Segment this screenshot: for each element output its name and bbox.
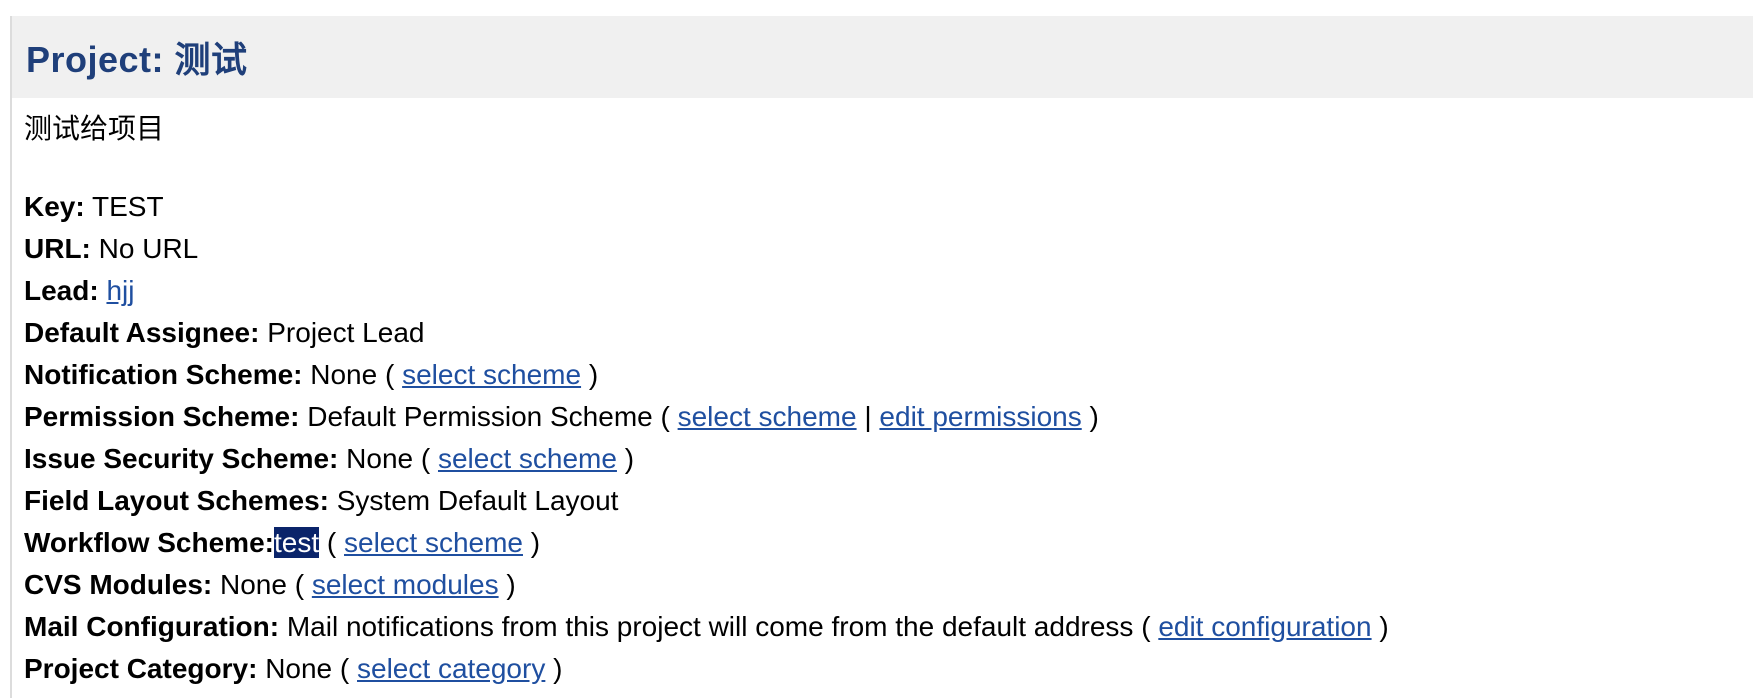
paren-close: ) xyxy=(1379,611,1389,642)
project-category-value: None xyxy=(265,653,333,684)
url-label: URL: xyxy=(24,233,91,264)
paren-open: ( xyxy=(1141,611,1151,642)
paren-close: ) xyxy=(1089,401,1099,432)
project-category-label: Project Category: xyxy=(24,653,258,684)
paren-open: ( xyxy=(326,527,337,558)
cvs-modules-value: None xyxy=(220,569,287,600)
paren-close: ) xyxy=(588,359,599,390)
lead-user-link[interactable]: hjj xyxy=(106,275,134,306)
permission-scheme-row: Permission Scheme: Default Permission Sc… xyxy=(24,396,1753,438)
notification-scheme-value: None xyxy=(310,359,378,390)
page-title: Project: 测试 xyxy=(26,39,248,80)
paren-close: ) xyxy=(506,569,516,600)
default-assignee-value: Project Lead xyxy=(267,317,425,348)
project-category-row: Project Category: None ( select category… xyxy=(24,648,1753,690)
project-header: Project: 测试 xyxy=(12,16,1753,98)
project-details: 测试给项目 Key: TEST URL: No URL Lead: hjj De… xyxy=(12,108,1753,690)
mail-configuration-row: Mail Configuration: Mail notifications f… xyxy=(24,606,1753,648)
notification-scheme-label: Notification Scheme: xyxy=(24,359,303,390)
notification-select-scheme-link[interactable]: select scheme xyxy=(402,359,581,390)
workflow-select-scheme-link[interactable]: select scheme xyxy=(344,527,523,558)
lead-row: Lead: hjj xyxy=(24,270,1753,312)
url-value: No URL xyxy=(98,233,199,264)
permission-select-scheme-link[interactable]: select scheme xyxy=(678,401,857,432)
workflow-scheme-value: test xyxy=(273,527,320,558)
field-layout-schemes-value: System Default Layout xyxy=(336,485,619,516)
permission-scheme-label: Permission Scheme: xyxy=(24,401,300,432)
key-label: Key: xyxy=(24,191,85,222)
mail-configuration-label: Mail Configuration: xyxy=(24,611,280,642)
paren-close: ) xyxy=(530,527,541,558)
paren-close: ) xyxy=(553,653,563,684)
permission-scheme-value: Default Permission Scheme xyxy=(307,401,653,432)
mail-configuration-value: Mail notifications from this project wil… xyxy=(286,611,1134,642)
issue-security-scheme-row: Issue Security Scheme: None ( select sch… xyxy=(24,438,1753,480)
project-panel: Project: 测试 测试给项目 Key: TEST URL: No URL … xyxy=(10,16,1753,698)
notification-scheme-row: Notification Scheme: None ( select schem… xyxy=(24,354,1753,396)
field-layout-schemes-label: Field Layout Schemes: xyxy=(24,485,329,516)
paren-open: ( xyxy=(339,653,350,684)
default-assignee-row: Default Assignee: Project Lead xyxy=(24,312,1753,354)
field-layout-schemes-row: Field Layout Schemes: System Default Lay… xyxy=(24,480,1753,522)
issue-security-scheme-label: Issue Security Scheme: xyxy=(24,443,339,474)
default-assignee-label: Default Assignee: xyxy=(24,317,260,348)
cvs-modules-row: CVS Modules: None ( select modules ) xyxy=(24,564,1753,606)
paren-open: ( xyxy=(384,359,395,390)
cvs-modules-label: CVS Modules: xyxy=(24,569,213,600)
edit-configuration-link[interactable]: edit configuration xyxy=(1158,611,1371,642)
paren-open: ( xyxy=(294,569,305,600)
lead-label: Lead: xyxy=(24,275,99,306)
workflow-scheme-row: Workflow Scheme:test ( select scheme ) xyxy=(24,522,1753,564)
issue-security-select-scheme-link[interactable]: select scheme xyxy=(438,443,617,474)
select-category-link[interactable]: select category xyxy=(357,653,545,684)
key-value: TEST xyxy=(91,191,164,222)
key-row: Key: TEST xyxy=(24,186,1753,228)
link-separator: | xyxy=(864,401,872,432)
workflow-scheme-label: Workflow Scheme: xyxy=(24,527,274,558)
paren-open: ( xyxy=(420,443,431,474)
edit-permissions-link[interactable]: edit permissions xyxy=(879,401,1081,432)
project-description: 测试给项目 xyxy=(24,113,165,144)
paren-close: ) xyxy=(624,443,635,474)
url-row: URL: No URL xyxy=(24,228,1753,270)
paren-open: ( xyxy=(660,401,670,432)
select-modules-link[interactable]: select modules xyxy=(312,569,499,600)
issue-security-scheme-value: None xyxy=(346,443,414,474)
